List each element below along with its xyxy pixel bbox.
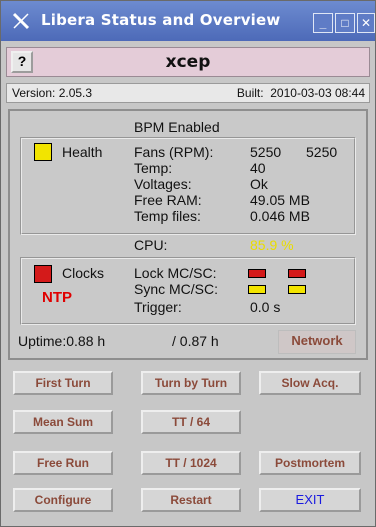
- free-ram-label: Free RAM:: [134, 192, 202, 208]
- built-label: Built:: [236, 86, 264, 100]
- bpm-status: BPM Enabled: [134, 119, 220, 135]
- first-turn-button[interactable]: First Turn: [13, 371, 113, 395]
- turn-by-turn-button[interactable]: Turn by Turn: [141, 371, 241, 395]
- maximize-icon[interactable]: □: [335, 13, 355, 33]
- temp-value: 40: [250, 160, 266, 176]
- temp-files-value: 0.046 MB: [250, 208, 310, 224]
- clocks-group: Clocks NTP Lock MC/SC: Sync MC/SC: Trigg…: [20, 257, 356, 325]
- trigger-value: 0.0 s: [250, 299, 281, 315]
- fan1-value: 5250: [250, 144, 282, 160]
- exit-button[interactable]: EXIT: [259, 488, 361, 512]
- postmortem-button[interactable]: Postmortem: [259, 451, 361, 475]
- uptime: Uptime:0.88 h: [18, 333, 105, 349]
- fans-label: Fans (RPM):: [134, 144, 214, 160]
- lock-mc-indicator: [248, 269, 266, 278]
- close-icon[interactable]: ✕: [357, 13, 375, 33]
- ntp-label: NTP: [42, 289, 72, 306]
- uptime-value: 0.88 h: [66, 333, 106, 349]
- built-date: 2010-03-03 08:44: [270, 86, 365, 100]
- free-run-button[interactable]: Free Run: [13, 451, 113, 475]
- clocks-label: Clocks: [62, 265, 105, 281]
- x-app-icon: [12, 12, 30, 30]
- trigger-label: Trigger:: [134, 299, 182, 315]
- built-info: Built: 2010-03-03 08:44: [237, 86, 365, 100]
- minimize-icon[interactable]: _: [313, 13, 333, 33]
- lock-sc-indicator: [288, 269, 306, 278]
- clocks-indicator: [34, 265, 52, 283]
- uptime-value-2: / 0.87 h: [172, 333, 219, 349]
- tt64-button[interactable]: TT / 64: [141, 410, 241, 434]
- health-group: Health Fans (RPM): 5250 5250 Temp: 40 Vo…: [20, 137, 356, 235]
- device-name: xcep: [165, 52, 211, 72]
- cpu-label: CPU:: [134, 237, 168, 253]
- tt1024-button[interactable]: TT / 1024: [141, 451, 241, 475]
- restart-button[interactable]: Restart: [141, 488, 241, 512]
- status-window: Libera Status and Overview _ □ ✕ ? xcep …: [0, 0, 376, 527]
- version-text: Version: 2.05.3: [12, 86, 93, 100]
- voltages-value: Ok: [250, 176, 268, 192]
- mean-sum-button[interactable]: Mean Sum: [13, 410, 113, 434]
- fan2-value: 5250: [306, 144, 338, 160]
- health-indicator: [34, 143, 52, 161]
- sync-mc-indicator: [248, 285, 266, 294]
- device-header: ? xcep: [6, 47, 370, 77]
- cpu-value: 85.9 %: [250, 237, 294, 253]
- temp-files-label: Temp files:: [134, 208, 201, 224]
- slow-acq-button[interactable]: Slow Acq.: [259, 371, 361, 395]
- window-title: Libera Status and Overview: [41, 11, 281, 29]
- network-button[interactable]: Network: [278, 330, 356, 354]
- version-bar: Version: 2.05.3 Built: 2010-03-03 08:44: [6, 83, 370, 103]
- free-ram-value: 49.05 MB: [250, 192, 310, 208]
- uptime-label: Uptime:: [18, 333, 67, 349]
- title-bar[interactable]: Libera Status and Overview _ □ ✕: [1, 1, 375, 41]
- temp-label: Temp:: [134, 160, 173, 176]
- lock-label: Lock MC/SC:: [134, 265, 217, 281]
- status-panel: BPM Enabled Health Fans (RPM): 5250 5250…: [8, 109, 368, 360]
- sync-label: Sync MC/SC:: [134, 281, 219, 297]
- health-label: Health: [62, 144, 103, 160]
- configure-button[interactable]: Configure: [13, 488, 113, 512]
- sync-sc-indicator: [288, 285, 306, 294]
- voltages-label: Voltages:: [134, 176, 192, 192]
